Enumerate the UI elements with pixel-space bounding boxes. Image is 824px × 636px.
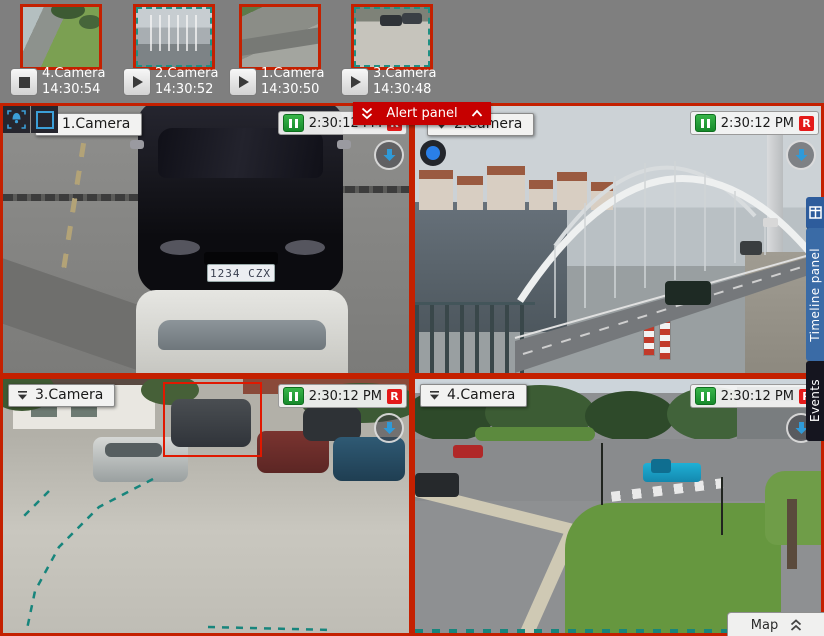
alert-bell-icon[interactable]: [3, 106, 30, 133]
headlight: [285, 240, 325, 255]
layout-panel-tab[interactable]: [806, 197, 824, 229]
thumbnail-image-camera3[interactable]: [351, 4, 433, 70]
scroll-down-button[interactable]: [786, 140, 816, 170]
windshield: [158, 128, 323, 178]
layout-grid-icon: [808, 206, 822, 219]
tree: [79, 15, 99, 29]
square-glyph: [35, 110, 54, 129]
stop-button[interactable]: [10, 68, 38, 96]
camera-2-video: [415, 106, 821, 373]
lamp-post: [601, 443, 603, 505]
map-panel-label: Map: [750, 617, 779, 633]
alert-panel-label: Alert panel: [386, 106, 458, 121]
timeline-panel-label: Timeline panel: [808, 247, 822, 342]
event-thumbnail-group: 3.Camera 14:30:48: [341, 2, 447, 100]
time-label: 2:30:12 PM: [308, 388, 382, 404]
track-highlight-border: [354, 7, 430, 67]
camera-4-timestamp: 2:30:12 PM R: [689, 384, 819, 408]
pause-button[interactable]: [282, 387, 304, 405]
chevron-double-down-icon: [361, 107, 373, 120]
arrow-down-icon: [383, 422, 395, 434]
camera-4-title-menu[interactable]: 4.Camera: [420, 384, 528, 407]
thumbnail-image-camera4[interactable]: [20, 4, 102, 70]
chevron-up-icon: [471, 109, 483, 117]
camera-2-timestamp: 2:30:12 PM R: [689, 111, 819, 135]
median-strip: [475, 427, 595, 441]
pause-button[interactable]: [694, 387, 716, 405]
record-badge: R: [387, 388, 402, 404]
play-icon: [239, 76, 249, 88]
bridge-structure: [514, 161, 821, 373]
camera-tile-3[interactable]: 3.Camera 2:30:12 PM R: [0, 376, 412, 636]
detection-box: [163, 382, 262, 457]
camera-title: 1.Camera: [62, 116, 131, 132]
camera-4-video: [415, 379, 821, 633]
map-panel-button[interactable]: Map: [727, 612, 824, 636]
license-plate: 1234 CZX: [206, 264, 275, 282]
camera-title: 4.Camera: [447, 387, 516, 403]
thumbnail-label: 3.Camera 14:30:48: [373, 66, 437, 97]
side-mirror: [337, 140, 351, 149]
lamp-post: [721, 477, 723, 535]
time-label: 2:30:12 PM: [720, 115, 794, 131]
timeline-panel-tab[interactable]: Timeline panel: [806, 228, 824, 361]
pause-button[interactable]: [694, 114, 716, 132]
collapse-arrow-icon: [430, 390, 439, 400]
chevron-double-up-icon: [791, 618, 802, 631]
red-car: [453, 445, 483, 458]
camera-tile-1[interactable]: 1234 CZX 1.Camera 2:30:12 PM: [0, 103, 412, 376]
tracking-toggle-button[interactable]: [420, 140, 446, 166]
play-button[interactable]: [229, 68, 257, 96]
side-mirror: [130, 140, 144, 149]
event-thumbnail-group: 2.Camera 14:30:52: [123, 2, 229, 100]
thumbnail-image-camera1[interactable]: [239, 4, 321, 70]
camera-tile-4[interactable]: 4.Camera 2:30:12 PM R: [412, 376, 824, 636]
headlight: [160, 240, 200, 255]
pause-button[interactable]: [282, 114, 304, 132]
scroll-down-button[interactable]: [374, 140, 404, 170]
dark-car: [415, 473, 459, 497]
stop-icon: [18, 76, 30, 88]
camera-title: 3.Camera: [35, 387, 104, 403]
time-label: 2:30:12 PM: [720, 388, 794, 404]
play-icon: [133, 76, 143, 88]
camera-3-timestamp: 2:30:12 PM R: [277, 384, 407, 408]
thumbnail-label: 1.Camera 14:30:50: [261, 66, 325, 97]
event-thumbnail-strip: 4.Camera 14:30:54 2.Camera 14:30:52 1.Ca…: [0, 0, 824, 101]
surveillance-app: 4.Camera 14:30:54 2.Camera 14:30:52 1.Ca…: [0, 0, 824, 636]
record-badge: R: [799, 115, 814, 131]
collapse-arrow-icon: [18, 390, 27, 400]
crosswalk-band: [242, 25, 318, 57]
arrow-down-icon: [383, 149, 395, 161]
bollard: [787, 499, 797, 569]
thumbnail-label: 4.Camera 14:30:54: [42, 66, 106, 97]
truck-cab: [651, 459, 671, 473]
select-square-icon[interactable]: [31, 106, 58, 133]
alert-panel-button[interactable]: Alert panel: [353, 102, 491, 125]
windshield: [158, 320, 326, 350]
thumbnail-label: 2.Camera 14:30:52: [155, 66, 219, 97]
tree: [585, 391, 675, 441]
teal-pickup-truck: [643, 459, 701, 482]
arrow-down-icon: [795, 149, 807, 161]
white-car: [136, 290, 348, 373]
play-button[interactable]: [341, 68, 369, 96]
camera-3-video: [3, 379, 409, 633]
camera-1-video: 1234 CZX: [3, 106, 409, 373]
camera-tile-2[interactable]: 2.Camera 2:30:12 PM R: [412, 103, 824, 376]
camera-3-title-menu[interactable]: 3.Camera: [8, 384, 116, 407]
track-highlight-border: [136, 7, 212, 67]
events-panel-tab[interactable]: Events: [806, 361, 824, 441]
target-icon: [426, 146, 440, 160]
thumbnail-image-camera2[interactable]: [133, 4, 215, 70]
scroll-down-button[interactable]: [374, 413, 404, 443]
events-panel-label: Events: [808, 379, 822, 423]
event-thumbnail-group: 1.Camera 14:30:50: [229, 2, 335, 100]
tree: [51, 7, 85, 19]
play-icon: [351, 76, 361, 88]
play-button[interactable]: [123, 68, 151, 96]
event-thumbnail-group: 4.Camera 14:30:54: [10, 2, 116, 100]
